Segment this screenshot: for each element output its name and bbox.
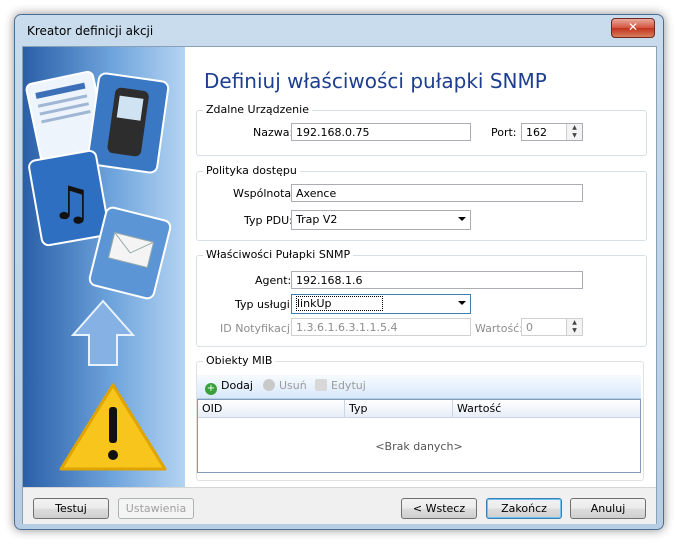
chevron-down-icon	[458, 217, 466, 221]
edit-icon	[315, 379, 327, 391]
column-separator	[344, 400, 345, 417]
up-arrow-icon	[70, 299, 136, 366]
illustration-graphic: ♫	[25, 70, 172, 471]
remove-label: Usuń	[279, 379, 307, 392]
cancel-button[interactable]: Anuluj	[570, 498, 646, 519]
service-type-value: linkUp	[296, 296, 383, 311]
column-value[interactable]: Wartość	[457, 402, 501, 415]
mib-objects-title: Obiekty MIB	[203, 354, 276, 367]
community-label: Wspólnota:	[233, 187, 295, 200]
remove-button[interactable]: Usuń	[263, 379, 307, 392]
warning-icon	[59, 383, 167, 471]
mobile-phone-icon	[86, 72, 170, 174]
wizard-window: Kreator definicji akcji ✕ ♫ Definiuj wła…	[14, 14, 664, 530]
add-button[interactable]: + Dodaj	[205, 379, 253, 395]
title-bar[interactable]: Kreator definicji akcji ✕	[15, 15, 663, 45]
agent-input[interactable]: 192.168.1.6	[291, 271, 583, 289]
test-button[interactable]: Testuj	[33, 498, 109, 519]
notification-id-input[interactable]: 1.3.6.1.6.3.1.1.5.4	[291, 318, 471, 336]
edit-button[interactable]: Edytuj	[315, 379, 366, 392]
spin-up-icon[interactable]: ▲	[567, 124, 582, 132]
remote-device-title: Zdalne Urządzenie	[203, 103, 312, 116]
edit-label: Edytuj	[331, 379, 366, 392]
footer-bar: Testuj Ustawienia < Wstecz Zakończ Anulu…	[23, 487, 656, 524]
add-icon: +	[205, 383, 217, 395]
spin-down-icon[interactable]: ▼	[567, 327, 582, 335]
access-policy-group: Polityka dostępu Wspólnota: Axence Typ P…	[196, 164, 647, 241]
notification-id-label: ID Notyfikacji:	[220, 322, 297, 335]
column-separator	[452, 400, 453, 417]
value-input[interactable]: 0 ▲ ▼	[521, 318, 583, 336]
side-illustration: ♫	[23, 47, 185, 487]
port-input[interactable]: 162 ▲ ▼	[521, 123, 583, 141]
trap-properties-group: Właściwości Pułapki SNMP Agent: 192.168.…	[196, 248, 647, 347]
value-label: Wartość:	[475, 322, 523, 335]
port-value: 162	[526, 126, 547, 139]
spin-up-icon[interactable]: ▲	[567, 319, 582, 327]
value-value: 0	[526, 321, 533, 334]
music-note-icon: ♫	[28, 149, 110, 247]
spin-down-icon[interactable]: ▼	[567, 132, 582, 140]
settings-button[interactable]: Ustawienia	[118, 498, 194, 519]
access-policy-title: Polityka dostępu	[203, 164, 300, 177]
name-input[interactable]: 192.168.0.75	[291, 123, 471, 141]
window-title: Kreator definicji akcji	[27, 24, 154, 38]
empty-grid-text: <Brak danych>	[375, 440, 463, 453]
page-heading: Definiuj właściwości pułapki SNMP	[204, 69, 547, 93]
agent-label: Agent:	[255, 274, 292, 287]
trap-properties-title: Właściwości Pułapki SNMP	[203, 248, 354, 261]
close-button[interactable]: ✕	[611, 18, 655, 38]
mib-grid-header: OID Typ Wartość	[198, 400, 640, 418]
port-label: Port:	[491, 126, 517, 139]
community-input[interactable]: Axence	[291, 184, 583, 202]
pdu-type-select[interactable]: Trap V2	[291, 210, 471, 230]
wizard-content: Definiuj właściwości pułapki SNMP Zdalne…	[185, 47, 656, 487]
back-button[interactable]: < Wstecz	[401, 498, 477, 519]
add-label: Dodaj	[221, 379, 253, 392]
service-type-label: Typ usługi:	[235, 298, 294, 311]
mib-toolbar: + Dodaj Usuń Edytuj	[197, 375, 641, 399]
finish-button[interactable]: Zakończ	[486, 498, 562, 519]
name-label: Nazwa:	[253, 126, 294, 139]
pdu-type-label: Typ PDU:	[244, 214, 293, 227]
close-icon: ✕	[627, 20, 639, 34]
pdu-type-value: Trap V2	[296, 213, 338, 226]
remove-icon	[263, 379, 275, 391]
chevron-down-icon	[458, 301, 466, 305]
mib-objects-group: Obiekty MIB + Dodaj Usuń Edytuj OID Typ W…	[196, 354, 644, 481]
column-oid[interactable]: OID	[202, 402, 222, 415]
client-area: ♫ Definiuj właściwości pułapki SNMP Zdal…	[22, 46, 657, 524]
column-type[interactable]: Typ	[349, 402, 368, 415]
service-type-select[interactable]: linkUp	[291, 294, 471, 314]
remote-device-group: Zdalne Urządzenie Nazwa: 192.168.0.75 Po…	[196, 103, 647, 156]
mib-grid[interactable]: OID Typ Wartość <Brak danych>	[197, 399, 641, 473]
svg-text:♫: ♫	[51, 176, 92, 230]
port-spinner[interactable]: ▲ ▼	[566, 124, 582, 140]
value-spinner[interactable]: ▲ ▼	[566, 319, 582, 335]
